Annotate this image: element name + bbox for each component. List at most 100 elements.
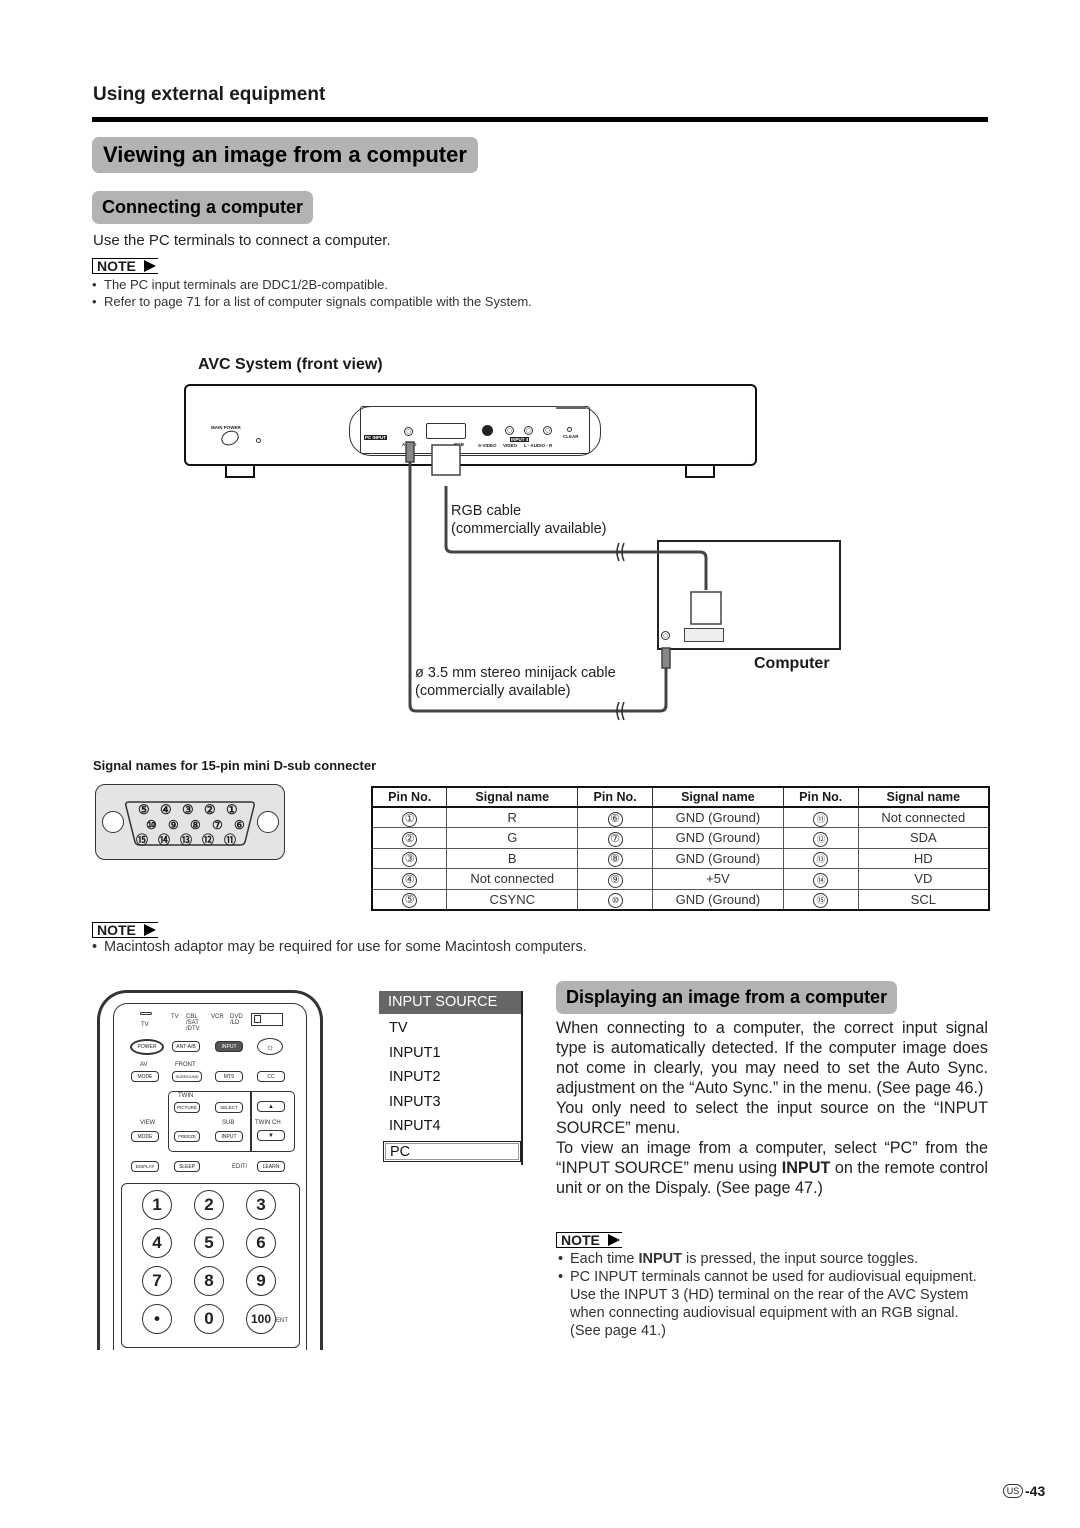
table-row: ④ Not connected ⑨ +5V ⑭ VD	[371, 868, 990, 890]
menu-item[interactable]: TV	[383, 1018, 521, 1039]
connector-pin: ①	[226, 802, 238, 817]
twin-select-button[interactable]: SELECT	[215, 1102, 243, 1113]
video-jack[interactable]	[505, 426, 514, 435]
audio-cable-label: ø 3.5 mm stereo minijack cable (commerci…	[415, 665, 616, 699]
signal-name: SDA	[857, 827, 990, 849]
rgb-port[interactable]	[426, 423, 466, 439]
audio-jack[interactable]	[404, 427, 413, 436]
numpad-button[interactable]: •	[142, 1304, 172, 1334]
signal-name: Not connected	[446, 868, 579, 890]
connector-pin: ⑦	[212, 818, 223, 832]
menu-item[interactable]: INPUT2	[383, 1067, 521, 1088]
connector-pin: ⑨	[168, 818, 179, 832]
pin-number: ⑬	[782, 847, 859, 869]
power-button[interactable]: POWER	[130, 1039, 164, 1055]
cc-button[interactable]: CC	[257, 1071, 285, 1082]
svideo-jack[interactable]	[482, 425, 493, 436]
header-rule	[92, 117, 988, 122]
note-item: • PC INPUT terminals cannot be used for a…	[558, 1269, 977, 1339]
display-button[interactable]: DISPLAY	[131, 1161, 159, 1172]
pin-table-header: Pin No.	[371, 786, 448, 808]
connecting-intro: Use the PC terminals to connect a comput…	[93, 232, 391, 249]
sleep-button[interactable]: SLEEP	[174, 1161, 200, 1172]
input-button[interactable]: INPUT	[215, 1041, 243, 1052]
pin-table-header: Signal name	[446, 786, 579, 808]
mode-label-vcr: VCR	[211, 1014, 224, 1020]
menu-item[interactable]: PC	[383, 1140, 521, 1162]
clear-button[interactable]	[567, 427, 572, 432]
ent-label: ENT	[276, 1318, 288, 1324]
ant-ab-button[interactable]: ANT-A/B	[172, 1041, 200, 1052]
av-mode-button[interactable]: MODE	[131, 1071, 159, 1082]
rgb-cable-label: RGB cable (commercially available)	[451, 503, 607, 537]
note-item: • The PC input terminals are DDC1/2B-comp…	[92, 277, 388, 292]
sub-input-button[interactable]: INPUT	[215, 1131, 243, 1142]
signal-name: R	[446, 806, 579, 828]
twin-divider	[250, 1091, 252, 1152]
numpad-button[interactable]: 7	[142, 1266, 172, 1296]
signal-name: SCL	[857, 888, 990, 910]
numpad-button[interactable]: 2	[194, 1190, 224, 1220]
twin-ch-down-button[interactable]: ▼	[257, 1130, 285, 1141]
note-item: • Each time INPUT is pressed, the input s…	[558, 1251, 919, 1267]
audio-label: AUDIO	[402, 442, 417, 447]
edit-label: EDIT/	[232, 1164, 248, 1170]
pin-table-header: Signal name	[857, 786, 990, 808]
pin-number: ⑨	[577, 868, 653, 890]
displaying-heading: Displaying an image from a computer	[556, 981, 898, 1014]
connector-pin: ⑭	[158, 833, 171, 847]
connector-pin: ④	[160, 802, 172, 817]
numpad-button[interactable]: 8	[194, 1266, 224, 1296]
numpad-button[interactable]: 3	[246, 1190, 276, 1220]
cable-break-icon	[616, 542, 625, 562]
freeze-button[interactable]: FREEZE	[174, 1131, 200, 1142]
input4-label: INPUT 4	[510, 437, 530, 442]
device-foot	[685, 466, 715, 478]
table-row: ③ B ⑧ GND (Ground) ⑬ HD	[371, 847, 990, 869]
mode-slider[interactable]	[251, 1013, 283, 1026]
numpad-button[interactable]: 9	[246, 1266, 276, 1296]
computer-audio-jack	[661, 631, 670, 640]
numpad-button[interactable]: 1	[142, 1190, 172, 1220]
numpad-button[interactable]: 0	[194, 1304, 224, 1334]
paragraph: To view an image from a computer, select…	[556, 1139, 988, 1197]
twin-ch-up-button[interactable]: ▲	[257, 1101, 285, 1112]
tv-label: TV	[141, 1022, 149, 1028]
region-badge: US	[1003, 1484, 1023, 1498]
table-row: ① R ⑥ GND (Ground) ⑪ Not connected	[371, 806, 990, 828]
audio-r-jack[interactable]	[543, 426, 552, 435]
rgb-label: RGB	[454, 442, 464, 447]
signal-name: Not connected	[857, 806, 990, 828]
dsub-screw-hole	[102, 811, 124, 833]
audio-l-jack[interactable]	[524, 426, 533, 435]
view-mode-button[interactable]: MODE	[131, 1131, 159, 1142]
menu-item[interactable]: INPUT3	[383, 1092, 521, 1113]
twin-label: TWIN	[178, 1093, 194, 1099]
connector-pin: ⑤	[138, 802, 150, 817]
mts-button[interactable]: MTS	[215, 1071, 243, 1082]
numpad-button[interactable]: 6	[246, 1228, 276, 1258]
note-item: • Macintosh adaptor may be required for u…	[92, 939, 587, 955]
light-button[interactable]: ☼	[257, 1038, 283, 1055]
panel-strip	[556, 406, 586, 409]
pin-number: ⑫	[782, 827, 859, 849]
connector-pin: ⑩	[146, 818, 157, 832]
displaying-text: When connecting to a computer, the corre…	[556, 1018, 988, 1198]
surround-button[interactable]: SURROUND	[172, 1071, 202, 1082]
numpad-button[interactable]: 100	[246, 1304, 276, 1334]
mode-label-dvd: DVD /LD	[230, 1014, 243, 1026]
twin-picture-button[interactable]: PICTURE	[174, 1102, 200, 1113]
signal-name: GND (Ground)	[652, 888, 784, 910]
numpad-button[interactable]: 5	[194, 1228, 224, 1258]
connector-pin: ②	[204, 802, 216, 817]
front-label: FRONT	[175, 1062, 196, 1068]
pin-number: ⑩	[577, 888, 653, 910]
pin-number: ②	[371, 827, 448, 849]
connecting-heading: Connecting a computer	[92, 191, 314, 224]
learn-button[interactable]: LEARN	[257, 1161, 285, 1172]
menu-item[interactable]: INPUT1	[383, 1043, 521, 1064]
numpad-button[interactable]: 4	[142, 1228, 172, 1258]
signal-name: G	[446, 827, 579, 849]
signal-name: GND (Ground)	[652, 827, 784, 849]
menu-item[interactable]: INPUT4	[383, 1116, 521, 1137]
